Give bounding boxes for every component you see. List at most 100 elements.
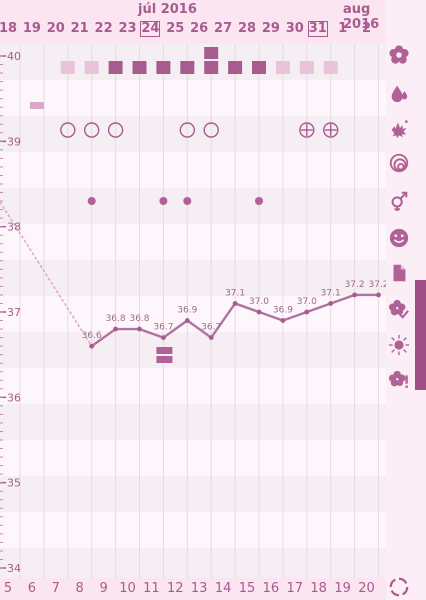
temperature-point [208, 335, 214, 340]
row-band [0, 152, 386, 188]
cycle-day-label: 7 [51, 581, 60, 596]
event-dot [87, 197, 96, 205]
cycle-day-label: 5 [3, 581, 13, 596]
y-axis-label: 34 [7, 562, 21, 575]
temperature-point [352, 292, 357, 298]
row-band [0, 440, 386, 476]
temperature-point [137, 326, 142, 332]
temperature-label: 37.2 [345, 280, 365, 290]
period-square [252, 61, 266, 74]
y-axis-label: 39 [7, 135, 21, 148]
flower-check-icon[interactable] [388, 298, 410, 320]
temperature-label: 36.6 [82, 331, 102, 341]
document-icon[interactable] [388, 262, 410, 284]
temperature-point [113, 326, 118, 332]
row-band [0, 476, 386, 512]
y-axis-label: 40 [7, 50, 21, 63]
sun-icon[interactable] [388, 334, 410, 356]
refresh-icon[interactable] [388, 576, 410, 598]
month-label-jul: júl 2016 [138, 2, 197, 17]
temperature-point [184, 318, 190, 323]
rings-icon[interactable] [388, 152, 410, 174]
temperature-label: 36.7 [201, 323, 221, 333]
period-square [108, 61, 123, 74]
cycle-day-label: 18 [310, 581, 327, 596]
day-label[interactable]: 1 [332, 21, 354, 36]
temperature-point [280, 318, 286, 323]
cycle-day-label: 17 [286, 581, 304, 596]
drop-icon[interactable] [388, 82, 410, 104]
row-band [0, 188, 386, 224]
day-label[interactable]: 31 [307, 21, 328, 37]
temperature-label: 36.9 [273, 306, 293, 316]
cycle-day-label: 19 [334, 581, 351, 596]
cycle-day-label: 11 [143, 581, 160, 596]
app: júl 2016 aug 2016 18 19 20 21 22 23 24 25 26 27 28… [0, 0, 426, 600]
cycle-day-bar: 5 6 7 8 9 10 11 12 13 14 15 16 17 18 19 20 [0, 578, 386, 600]
temperature-point [376, 292, 381, 298]
temperature-point [89, 343, 95, 349]
cycle-day-label: 12 [167, 581, 184, 596]
temperature-label: 36.8 [129, 314, 149, 324]
event-dot [255, 197, 263, 205]
flower-icon[interactable] [388, 44, 410, 66]
cycle-day-label: 9 [99, 581, 108, 596]
day-label[interactable]: 26 [188, 21, 210, 36]
temperature-point [161, 335, 166, 340]
day-label[interactable]: 20 [45, 21, 67, 36]
period-square [228, 61, 243, 74]
event-dot [183, 197, 192, 205]
temperature-label: 37.2 [368, 280, 386, 290]
temperature-label: 36.7 [153, 323, 173, 333]
smiley-icon[interactable] [388, 227, 410, 249]
gender-icon[interactable] [388, 190, 410, 212]
temperature-label: 37.1 [225, 288, 245, 298]
cycle-day-label: 20 [358, 581, 375, 596]
temperature-chart[interactable]: 4039383736353436.636.8 36.836.736.936.737… [0, 44, 386, 578]
period-square [156, 61, 171, 74]
side-drawer-tab[interactable] [415, 280, 426, 390]
period-square [275, 61, 290, 74]
day-label[interactable]: 21 [69, 21, 91, 36]
day-label[interactable]: 2 [356, 21, 378, 36]
cycle-day-label: 8 [75, 581, 84, 596]
day-label[interactable]: 19 [21, 21, 43, 36]
temperature-label: 37.1 [321, 288, 341, 298]
temperature-label: 36.9 [177, 306, 197, 316]
day-label[interactable]: 27 [212, 21, 234, 36]
period-square [84, 61, 99, 74]
cycle-day-label: 6 [27, 581, 37, 596]
row-band [0, 512, 386, 548]
event-dot [159, 197, 168, 205]
spotting-mark [29, 102, 44, 109]
day-label[interactable]: 30 [284, 21, 306, 36]
day-label[interactable]: 22 [93, 21, 115, 36]
flower-alert-icon[interactable] [388, 369, 410, 391]
temperature-point [232, 301, 238, 306]
period-square [180, 61, 195, 74]
splash-icon[interactable] [388, 117, 410, 139]
period-square [204, 61, 219, 74]
day-label[interactable]: 24 [140, 21, 161, 37]
day-label[interactable]: 18 [0, 21, 19, 36]
chart-grid[interactable]: 40 39 38 37 36 35 34 36.6 36.8 36.8 36.7 36.9 36.7 37… [0, 44, 386, 578]
day-label[interactable]: 23 [117, 21, 139, 36]
day-label[interactable]: 28 [236, 21, 258, 36]
row-band [0, 548, 386, 578]
cycle-day-label: 10 [119, 581, 136, 596]
y-axis-label: 37 [7, 306, 21, 319]
date-header: júl 2016 aug 2016 18 19 20 21 22 23 24 25 26 27 28… [0, 0, 386, 44]
y-axis-label: 36 [7, 391, 21, 404]
row-band [0, 224, 386, 260]
row-band [0, 80, 386, 116]
temperature-label: 37.0 [297, 297, 317, 307]
day-label[interactable]: 25 [164, 21, 186, 36]
cycle-day-label: 16 [262, 581, 280, 596]
temperature-point [256, 309, 262, 315]
day-label[interactable]: 29 [260, 21, 282, 36]
row-band [0, 404, 386, 440]
row-band [0, 332, 386, 368]
note-block [156, 347, 173, 354]
period-square [299, 61, 314, 74]
temperature-point [304, 309, 310, 315]
